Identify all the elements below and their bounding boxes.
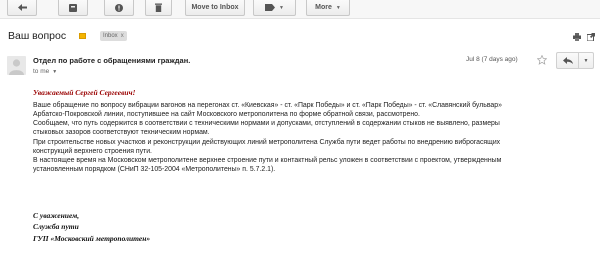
report-spam-button[interactable]	[104, 0, 134, 16]
recipient-text: to me	[33, 68, 50, 75]
delete-button[interactable]	[145, 0, 172, 16]
print-icon[interactable]	[573, 33, 581, 41]
body-line: Сообщаем, что путь содержится в соответс…	[33, 120, 500, 127]
inbox-label-text: Inbox	[103, 33, 118, 39]
arrow-left-icon	[17, 4, 27, 11]
signature-line: ГУП «Московский метрополитен»	[33, 234, 151, 243]
remove-label-icon[interactable]: x	[121, 31, 124, 41]
signature-line: Служба пути	[33, 222, 79, 231]
report-spam-icon	[115, 3, 123, 12]
body-line: Арбатско-Покровской линии, поступившее н…	[33, 111, 420, 118]
reply-button[interactable]: ▼	[556, 52, 594, 69]
move-to-inbox-button[interactable]: Move to Inbox	[185, 0, 245, 16]
chevron-down-icon: ▼	[52, 68, 58, 75]
body-line: установленным порядком (СНиП 32-105-2004…	[33, 166, 276, 173]
reply-action[interactable]	[557, 53, 579, 68]
inbox-label-chip[interactable]: Inbox x	[100, 31, 127, 41]
label-tag-icon	[265, 4, 276, 11]
chevron-down-icon: ▼	[583, 57, 589, 64]
body-line: Ваше обращение по вопросу вибрации вагон…	[33, 102, 502, 109]
important-marker-icon[interactable]	[79, 33, 86, 39]
body-line: стыковых зазоров соответствуют техническ…	[33, 129, 210, 136]
user-silhouette-icon	[9, 59, 24, 75]
body-line: При строительстве новых участков и рекон…	[33, 139, 501, 146]
chevron-down-icon: ▼	[279, 4, 284, 11]
body-line: В настоящее время на Московском метропол…	[33, 157, 502, 164]
toolbar: Move to Inbox ▼ More ▼	[0, 0, 600, 19]
message-date: Jul 8 (7 days ago)	[466, 56, 518, 63]
body-line: конструкций верхнего строения пути.	[33, 148, 152, 155]
avatar[interactable]	[7, 56, 26, 75]
trash-icon	[155, 3, 162, 12]
sender-name[interactable]: Отдел по работе с обращениями граждан.	[33, 56, 190, 65]
more-button[interactable]: More ▼	[306, 0, 350, 16]
signature-line: С уважением,	[33, 211, 80, 220]
recipient-details[interactable]: to me ▼	[33, 68, 57, 75]
archive-icon	[69, 3, 77, 12]
back-button[interactable]	[7, 0, 37, 16]
email-subject: Ваш вопрос	[8, 30, 67, 42]
chevron-down-icon: ▼	[335, 4, 341, 11]
more-actions-dropdown[interactable]: ▼	[579, 58, 593, 64]
star-icon[interactable]	[537, 55, 547, 65]
move-to-inbox-label: Move to Inbox	[191, 4, 239, 11]
more-label: More	[315, 4, 332, 11]
archive-button[interactable]	[58, 0, 88, 16]
greeting: Уважаемый Сергей Сергеевич!	[33, 88, 136, 97]
new-window-icon[interactable]	[587, 33, 595, 41]
labels-button[interactable]: ▼	[253, 0, 296, 16]
reply-icon	[562, 57, 573, 64]
